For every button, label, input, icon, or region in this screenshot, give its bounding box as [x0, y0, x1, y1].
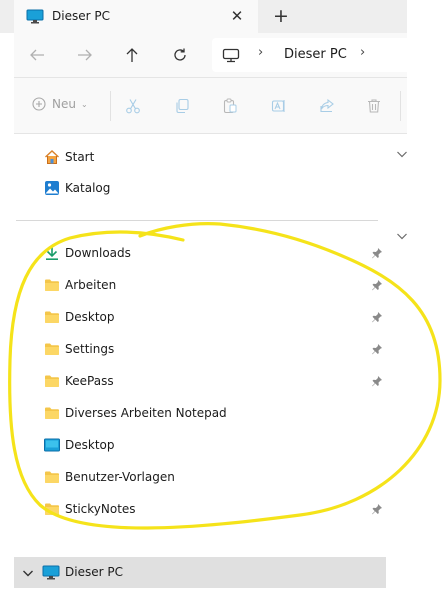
pin-icon[interactable]	[371, 343, 383, 355]
refresh-button[interactable]	[169, 44, 191, 66]
monitor-icon	[222, 48, 240, 66]
folder-icon	[44, 341, 60, 357]
new-button[interactable]: Neu ⌄	[32, 97, 88, 111]
gallery-icon	[44, 180, 60, 196]
divider	[14, 133, 407, 134]
folder-icon	[44, 373, 60, 389]
nav-item-desktop[interactable]: Desktop	[44, 435, 115, 455]
refresh-icon	[174, 48, 186, 61]
folder-icon	[44, 309, 60, 325]
tab-bar: Dieser PC ✕ +	[0, 0, 407, 33]
nav-item-settings[interactable]: Settings	[44, 339, 114, 359]
address-bar[interactable]: › Dieser PC ›	[212, 38, 412, 72]
scissors-icon	[126, 99, 140, 114]
back-button[interactable]	[26, 44, 48, 66]
chevron-down-icon[interactable]	[396, 148, 408, 160]
nav-item-downloads[interactable]: Downloads	[44, 243, 131, 263]
chevron-down-icon: ⌄	[80, 99, 88, 109]
trash-icon	[368, 99, 380, 113]
nav-item-keepass[interactable]: KeePass	[44, 371, 114, 391]
nav-item-diverses-arbeiten-notepad[interactable]: Diverses Arbeiten Notepad	[44, 403, 227, 423]
nav-item-arbeiten[interactable]: Arbeiten	[44, 275, 116, 295]
arrow-right-icon	[78, 49, 92, 61]
nav-item-label: Desktop	[65, 438, 115, 452]
nav-item-label: KeePass	[65, 374, 114, 388]
close-tab-button[interactable]: ✕	[226, 5, 248, 27]
rename-button[interactable]	[269, 96, 289, 116]
pin-icon[interactable]	[371, 247, 383, 259]
pin-icon[interactable]	[371, 311, 383, 323]
nav-item-desktop-folder[interactable]: Desktop	[44, 307, 115, 327]
nav-item-stickynotes[interactable]: StickyNotes	[44, 499, 136, 519]
folder-icon	[44, 277, 60, 293]
share-button[interactable]	[317, 96, 337, 116]
tab-dieser-pc[interactable]: Dieser PC ✕	[14, 0, 258, 33]
arrow-up-icon	[126, 48, 138, 62]
new-button-label: Neu	[52, 97, 76, 111]
toolbar-separator	[110, 91, 111, 121]
nav-item-label: Settings	[65, 342, 115, 356]
delete-button[interactable]	[364, 96, 384, 116]
nav-item-dieser-pc[interactable]: Dieser PC	[14, 557, 386, 588]
nav-item-label: Dieser PC	[65, 565, 123, 579]
nav-item-start[interactable]: Start	[44, 147, 94, 167]
folder-icon	[44, 469, 60, 485]
navigation-bar: › Dieser PC ›	[14, 33, 412, 77]
chevron-down-icon[interactable]	[396, 230, 408, 242]
pin-icon[interactable]	[371, 503, 383, 515]
forward-button[interactable]	[74, 44, 96, 66]
pin-icon[interactable]	[371, 279, 383, 291]
copy-icon	[176, 98, 189, 114]
paste-button[interactable]	[220, 96, 240, 116]
download-icon	[44, 245, 60, 261]
pin-icon[interactable]	[371, 375, 383, 387]
nav-item-katalog[interactable]: Katalog	[44, 178, 110, 198]
up-button[interactable]	[121, 44, 143, 66]
new-tab-button[interactable]: +	[270, 5, 292, 27]
nav-item-label: Start	[65, 150, 95, 164]
breadcrumb-chevron-end[interactable]: ›	[360, 45, 365, 60]
share-icon	[320, 98, 334, 113]
toolbar-separator	[400, 91, 401, 121]
arrow-left-icon	[30, 49, 44, 61]
nav-item-label: Downloads	[65, 246, 131, 260]
computer-icon	[42, 565, 60, 583]
title-bar-blank	[407, 0, 447, 33]
nav-item-label: Diverses Arbeiten Notepad	[65, 406, 227, 420]
folder-icon	[44, 405, 60, 421]
rename-icon	[271, 100, 285, 112]
desktop-icon	[44, 437, 60, 453]
nav-item-label: Benutzer-Vorlagen	[65, 470, 175, 484]
tab-title: Dieser PC	[52, 9, 110, 23]
plus-circle-icon	[32, 97, 46, 111]
section-divider	[16, 220, 378, 221]
cut-button[interactable]	[123, 96, 143, 116]
nav-item-label: Katalog	[65, 181, 111, 195]
home-icon	[44, 149, 60, 165]
nav-item-label: Arbeiten	[65, 278, 117, 292]
clipboard-icon	[223, 98, 237, 114]
nav-item-label: StickyNotes	[65, 502, 136, 516]
folder-icon	[44, 501, 60, 517]
nav-item-benutzer-vorlagen[interactable]: Benutzer-Vorlagen	[44, 467, 175, 487]
breadcrumb-dieser-pc[interactable]: Dieser PC	[284, 47, 347, 62]
computer-icon	[26, 9, 44, 27]
chevron-down-icon[interactable]	[22, 567, 34, 582]
breadcrumb-chevron[interactable]: ›	[258, 45, 263, 60]
command-bar: Neu ⌄	[14, 78, 407, 133]
nav-item-label: Desktop	[65, 310, 115, 324]
copy-button[interactable]	[172, 96, 192, 116]
